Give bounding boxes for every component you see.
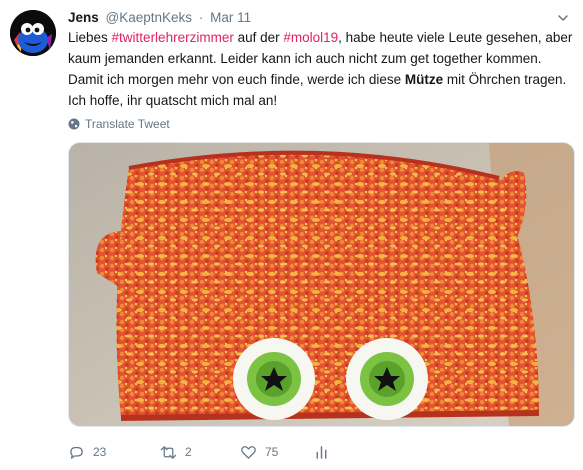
tweet-text: Liebes #twitterlehrerzimmer auf der #mol…	[68, 27, 573, 111]
like-count: 75	[265, 445, 279, 459]
text-part: auf der	[233, 30, 284, 45]
bold-word: Mütze	[404, 72, 444, 87]
like-button[interactable]: 75	[240, 440, 278, 464]
translate-label: Translate Tweet	[85, 117, 170, 131]
author-handle[interactable]: @KaeptnKeks	[106, 10, 193, 25]
tweet[interactable]: Jens @KaeptnKeks · Mar 11 Liebes #twitte…	[0, 0, 583, 470]
separator-dot: ·	[198, 10, 204, 25]
translate-tweet-link[interactable]: Translate Tweet	[68, 117, 170, 131]
chevron-down-icon[interactable]	[557, 12, 569, 24]
reply-icon	[70, 446, 83, 459]
tweet-actions: 23 2 75	[68, 440, 548, 464]
hashtag-link[interactable]: #molol19	[283, 30, 338, 45]
reply-count: 23	[93, 445, 107, 459]
author-name[interactable]: Jens	[68, 10, 99, 25]
tweet-date[interactable]: Mar 11	[210, 10, 251, 25]
hashtag-link[interactable]: #twitterlehrerzimmer	[112, 30, 234, 45]
tweet-header: Jens @KaeptnKeks · Mar 11	[68, 9, 251, 27]
avatar[interactable]	[10, 10, 56, 56]
like-icon	[241, 445, 256, 459]
text-part: Liebes	[68, 30, 112, 45]
retweet-button[interactable]: 2	[160, 440, 192, 464]
tweet-photo[interactable]	[68, 142, 575, 427]
hat-photo-image	[69, 143, 574, 426]
analytics-icon	[316, 445, 327, 459]
retweet-icon	[160, 445, 177, 459]
retweet-count: 2	[185, 445, 192, 459]
analytics-button[interactable]	[313, 440, 330, 464]
reply-button[interactable]: 23	[68, 440, 106, 464]
globe-icon	[68, 118, 80, 130]
